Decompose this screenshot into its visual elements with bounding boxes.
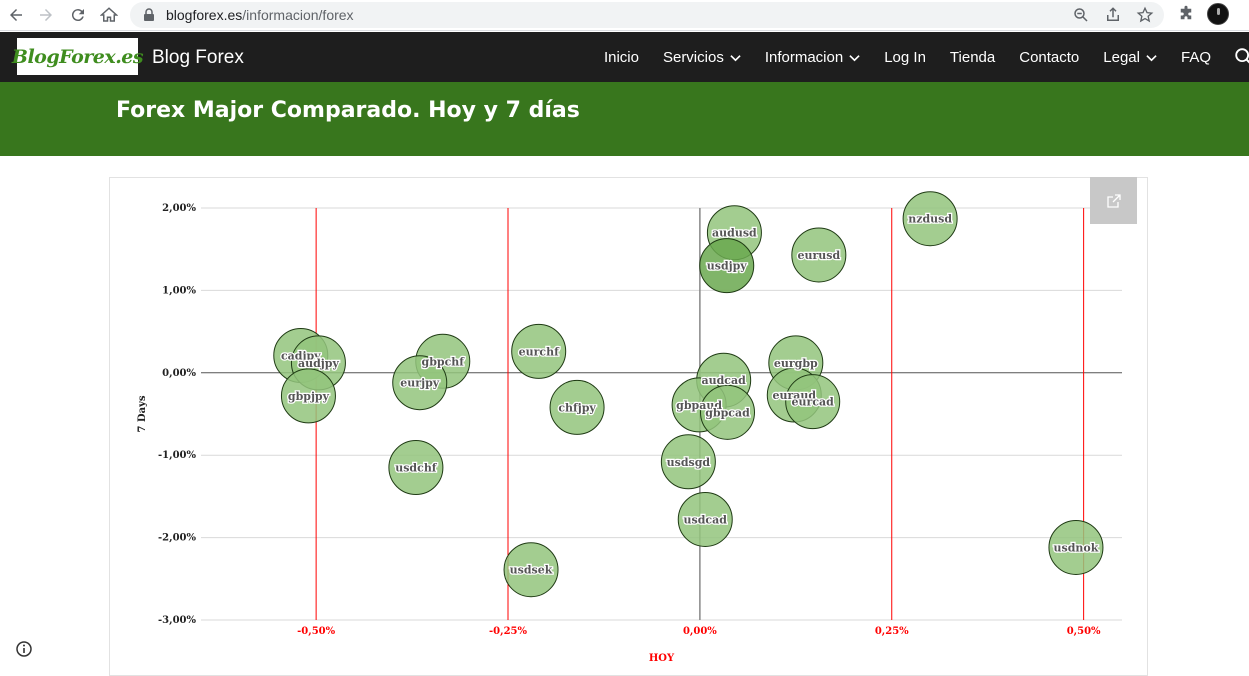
bubble-usdchf[interactable]: [388, 440, 444, 496]
menu-item-log-in[interactable]: Log In: [884, 49, 926, 66]
page-title: Forex Major Comparado. Hoy y 7 días: [116, 98, 580, 123]
menu-item-label: Contacto: [1019, 48, 1080, 66]
popout-icon[interactable]: [1090, 177, 1137, 224]
bubble-usdnok[interactable]: [1048, 519, 1104, 575]
search-icon[interactable]: [1233, 46, 1249, 68]
chart-container: [109, 177, 1148, 676]
home-icon[interactable]: [97, 3, 121, 27]
bubble-usdcad[interactable]: [677, 491, 733, 547]
site-name[interactable]: Blog Forex: [152, 47, 244, 69]
menu-item-label: Legal: [1103, 48, 1140, 66]
bubble-eurchf[interactable]: [511, 323, 567, 379]
browser-toolbar: blogforex.es/informacion/forex: [0, 0, 1249, 31]
menu-item-label: Inicio: [603, 48, 639, 66]
menu-item-informacion[interactable]: Informacion: [765, 49, 860, 66]
menu-item-label: FAQ: [1180, 48, 1211, 66]
menu-item-contacto[interactable]: Contacto: [1019, 49, 1079, 66]
address-bar[interactable]: blogforex.es/informacion/forex: [130, 2, 1164, 28]
menu-item-legal[interactable]: Legal: [1103, 49, 1157, 66]
site-header: BlogForex.es Blog Forex Inicio Servicios I…: [0, 32, 1249, 82]
bubble-eurcad[interactable]: [785, 374, 841, 430]
site-logo[interactable]: BlogForex.es: [12, 38, 144, 75]
back-arrow-icon[interactable]: [4, 3, 28, 27]
reload-icon[interactable]: [66, 3, 90, 27]
chevron-down-icon: [730, 54, 741, 61]
bubble-chfjpy[interactable]: [549, 379, 605, 435]
menu-item-tienda[interactable]: Tienda: [950, 49, 995, 66]
menu-item-inicio[interactable]: Inicio: [604, 49, 639, 66]
page-banner: Forex Major Comparado. Hoy y 7 días: [0, 82, 1249, 156]
bubble-eurjpy[interactable]: [392, 355, 448, 411]
menu-item-servicios[interactable]: Servicios: [663, 49, 741, 66]
chevron-down-icon: [849, 54, 860, 61]
menu-item-faq[interactable]: FAQ: [1181, 49, 1211, 66]
bubble-gbpcad[interactable]: [700, 384, 756, 440]
menu-item-label: Servicios: [662, 48, 724, 66]
bookmark-star-icon[interactable]: [1136, 6, 1154, 24]
url-text: blogforex.es/informacion/forex: [166, 7, 354, 23]
menu-item-label: Informacion: [764, 48, 844, 66]
bubble-nzdusd[interactable]: [902, 191, 958, 247]
bubble-gbpjpy[interactable]: [280, 368, 336, 424]
bubble-usdsgd[interactable]: [660, 434, 716, 490]
info-icon[interactable]: [15, 640, 33, 658]
main-menu: Inicio Servicios Informacion Log In Tienda Co…: [580, 32, 1249, 82]
chevron-down-icon: [1146, 54, 1157, 61]
bubble-eurusd[interactable]: [791, 227, 847, 283]
menu-item-label: Tienda: [949, 48, 996, 66]
extensions-puzzle-icon[interactable]: [1177, 5, 1195, 23]
bubble-usdsek[interactable]: [503, 542, 559, 598]
zoom-icon[interactable]: [1072, 6, 1090, 24]
forward-arrow-icon[interactable]: [34, 3, 58, 27]
menu-item-label: Log In: [884, 48, 926, 66]
share-icon[interactable]: [1104, 6, 1122, 24]
profile-avatar[interactable]: [1207, 3, 1229, 25]
lock-icon: [144, 8, 154, 21]
bubble-usdjpy[interactable]: [699, 238, 755, 294]
